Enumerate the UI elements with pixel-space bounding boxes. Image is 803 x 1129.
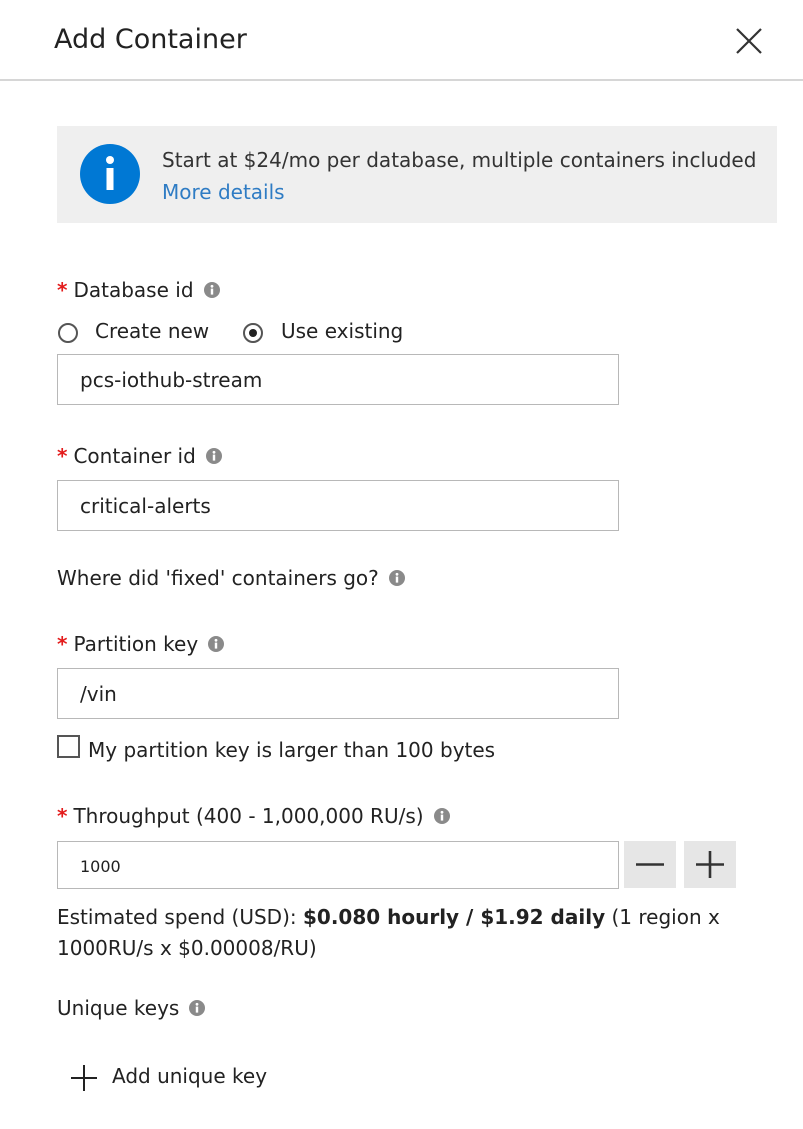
- database-id-input[interactable]: pcs-iothub-stream: [57, 354, 619, 405]
- more-details-link[interactable]: More details: [162, 180, 285, 204]
- partition-key-text: Partition key: [73, 632, 199, 656]
- spend-amount: $0.080 hourly / $1.92 daily: [302, 905, 606, 929]
- banner-message: Start at $24/mo per database, multiple c…: [162, 148, 757, 172]
- database-id-label: * Database id: [57, 278, 220, 302]
- container-id-input[interactable]: critical-alerts: [57, 480, 619, 531]
- large-partition-key-checkbox[interactable]: [57, 735, 80, 758]
- required-asterisk: *: [57, 632, 68, 656]
- panel-title: Add Container: [54, 24, 247, 55]
- create-new-radio[interactable]: [58, 323, 78, 343]
- partition-key-label: * Partition key: [57, 632, 225, 656]
- container-id-label: * Container id: [57, 444, 222, 468]
- unique-keys-label: Unique keys: [57, 996, 206, 1020]
- minus-icon: [636, 863, 664, 866]
- database-id-text: Database id: [73, 278, 194, 302]
- info-icon[interactable]: [203, 282, 220, 298]
- partition-key-input[interactable]: /vin: [57, 668, 619, 719]
- info-icon[interactable]: [433, 808, 450, 824]
- info-circle-icon: [80, 144, 140, 204]
- throughput-input[interactable]: 1000: [57, 841, 619, 889]
- required-asterisk: *: [57, 804, 68, 828]
- info-icon[interactable]: [208, 636, 225, 652]
- plus-icon: [696, 851, 724, 878]
- decrement-button[interactable]: [624, 841, 676, 888]
- throughput-text: Throughput (400 - 1,000,000 RU/s): [73, 804, 424, 828]
- required-asterisk: *: [57, 278, 68, 302]
- radio-selected-dot: [249, 329, 257, 337]
- close-icon[interactable]: [733, 25, 765, 57]
- create-new-label[interactable]: Create new: [95, 319, 209, 343]
- required-asterisk: *: [57, 444, 68, 468]
- unique-keys-text: Unique keys: [57, 996, 180, 1020]
- info-icon[interactable]: [388, 570, 405, 586]
- fixed-question-text: Where did 'fixed' containers go?: [57, 566, 379, 590]
- increment-button[interactable]: [684, 841, 736, 888]
- use-existing-radio[interactable]: [243, 323, 263, 343]
- plus-icon: [71, 1065, 97, 1091]
- use-existing-label[interactable]: Use existing: [281, 319, 403, 343]
- throughput-label: * Throughput (400 - 1,000,000 RU/s): [57, 804, 450, 828]
- spend-prefix: Estimated spend (USD):: [57, 905, 303, 929]
- container-id-text: Container id: [73, 444, 196, 468]
- add-unique-key-label: Add unique key: [112, 1064, 268, 1088]
- panel-header: Add Container: [0, 0, 803, 81]
- fixed-containers-question: Where did 'fixed' containers go?: [57, 566, 405, 590]
- large-partition-key-label[interactable]: My partition key is larger than 100 byte…: [88, 738, 495, 762]
- info-banner: Start at $24/mo per database, multiple c…: [57, 126, 777, 223]
- estimated-spend: Estimated spend (USD): $0.080 hourly / $…: [57, 902, 747, 964]
- info-icon[interactable]: [205, 448, 222, 464]
- info-icon[interactable]: [189, 1000, 206, 1016]
